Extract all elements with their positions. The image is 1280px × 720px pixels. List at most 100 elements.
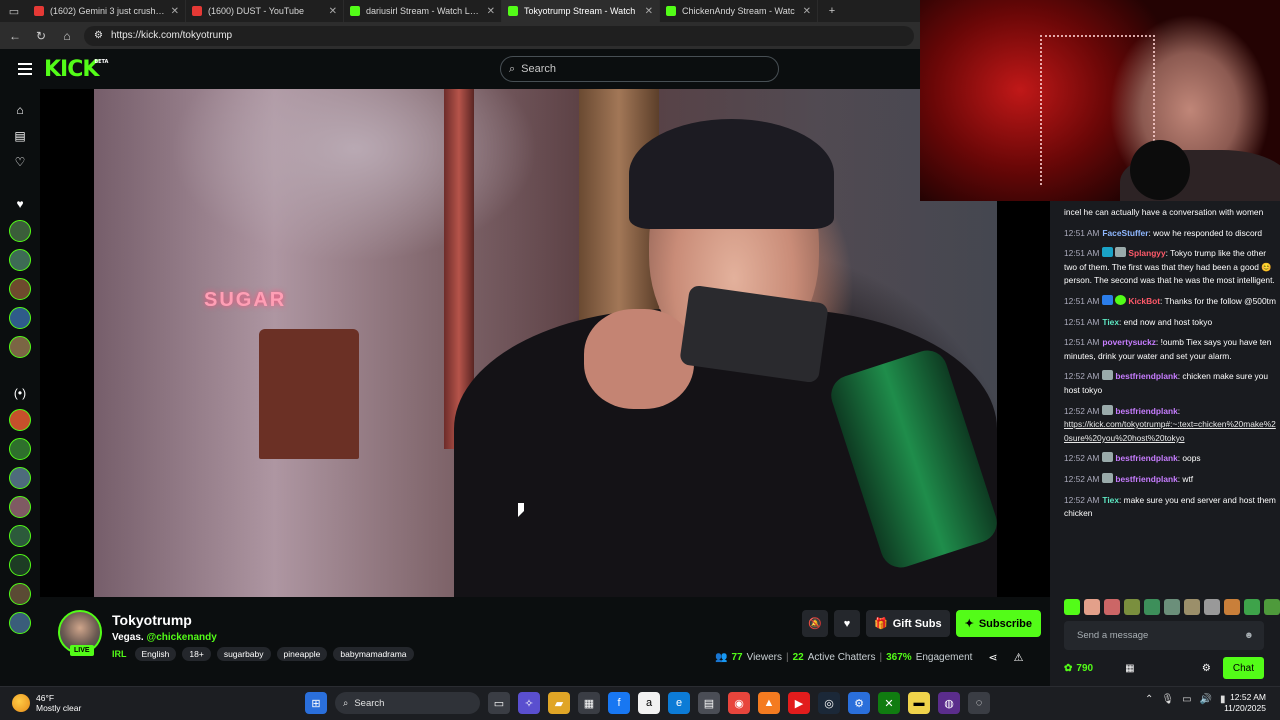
reload-icon[interactable]: ↻ (32, 29, 50, 43)
file-explorer-icon[interactable]: ▰ (548, 692, 570, 714)
share-icon[interactable]: ⋖ (988, 651, 997, 664)
close-tab-icon[interactable]: ✕ (329, 6, 337, 17)
amazon-icon[interactable]: a (638, 692, 660, 714)
followed-channel-avatar[interactable] (9, 248, 31, 271)
emote-icon[interactable] (1204, 599, 1220, 615)
channel-points[interactable]: ✿ 790 (1064, 663, 1093, 674)
kick-logo[interactable]: KICK BETA (44, 57, 108, 82)
tag-chip[interactable]: sugarbaby (216, 647, 271, 661)
search-input[interactable]: ⌕ Search (500, 56, 779, 82)
sticky-notes-icon[interactable]: ▬ (908, 692, 930, 714)
followed-channel-avatar[interactable] (9, 277, 31, 300)
message-username[interactable]: Tiex (1102, 495, 1119, 505)
copilot-icon[interactable]: ✧ (518, 692, 540, 714)
chat-messages[interactable]: incel he can actually have a conversatio… (1064, 206, 1276, 528)
home-icon[interactable]: ⌂ (8, 98, 32, 122)
message-username[interactable]: bestfriendplank (1115, 371, 1177, 381)
emote-icon[interactable] (1164, 599, 1180, 615)
message-username[interactable]: FaceStuffer (1102, 228, 1148, 238)
browser-tab[interactable]: dariusirl Stream - Watch Live ✕ (344, 0, 502, 22)
gift-subs-button[interactable]: 🎁 Gift Subs (866, 610, 950, 637)
emote-icon[interactable] (1264, 599, 1280, 615)
browser-tab[interactable]: ChickenAndy Stream - Watc ✕ (660, 0, 818, 22)
taskbar-search[interactable]: ⌕ Search (335, 692, 480, 714)
emoji-picker-icon[interactable]: ☻ (1244, 630, 1254, 641)
emote-icon[interactable] (1084, 599, 1100, 615)
following-heart-icon[interactable]: ♡ (8, 150, 32, 174)
steam-icon[interactable]: ◎ (818, 692, 840, 714)
recommended-channel-avatar[interactable] (9, 437, 31, 460)
tag-chip[interactable]: 18+ (182, 647, 211, 661)
message-username[interactable]: Splangyy (1128, 248, 1165, 258)
tag-chip[interactable]: English (134, 647, 177, 661)
task-view-icon[interactable]: ▭ (488, 692, 510, 714)
window-menu-icon[interactable]: ▭ (0, 0, 28, 22)
new-tab-button[interactable]: + (818, 0, 846, 22)
recommended-channel-avatar[interactable] (9, 553, 31, 576)
message-username[interactable]: povertysuckz (1102, 337, 1156, 347)
follow-heart-button[interactable]: ♥ (834, 610, 860, 637)
url-field[interactable]: ⚙ https://kick.com/tokyotrump (84, 25, 914, 46)
message-username[interactable]: bestfriendplank (1115, 453, 1177, 463)
close-tab-icon[interactable]: ✕ (171, 6, 179, 17)
site-info-icon[interactable]: ⚙ (94, 30, 103, 41)
chat-settings-gear-icon[interactable]: ⚙ (1202, 663, 1211, 674)
emote-icon[interactable] (1144, 599, 1160, 615)
recommended-channel-avatar[interactable] (9, 524, 31, 547)
youtube-app-icon[interactable]: ▶ (788, 692, 810, 714)
category-link[interactable]: IRL (112, 649, 127, 659)
emote-icon[interactable] (1224, 599, 1240, 615)
emote-icon[interactable] (1124, 599, 1140, 615)
stream-title-mention[interactable]: @chickenandy (146, 632, 216, 643)
chrome-browser-icon[interactable]: ◉ (728, 692, 750, 714)
home-icon[interactable]: ⌂ (58, 29, 76, 43)
close-tab-icon[interactable]: ✕ (487, 6, 495, 17)
tag-chip[interactable]: babymamadrama (333, 647, 414, 661)
microphone-icon[interactable]: 🎙 (1161, 694, 1174, 705)
message-username[interactable]: Tiex (1102, 317, 1119, 327)
streamer-name[interactable]: Tokyotrump (112, 612, 192, 628)
settings-app-icon[interactable]: ⚙ (848, 692, 870, 714)
followed-channel-avatar[interactable] (9, 219, 31, 242)
tray-overflow-chevron-icon[interactable]: ⌃ (1145, 694, 1153, 705)
message-username[interactable]: KickBot (1128, 296, 1160, 306)
store-icon[interactable]: ▦ (1125, 663, 1134, 674)
monitor-icon[interactable]: ▭ (1182, 694, 1191, 705)
recommended-channel-avatar[interactable] (9, 611, 31, 634)
followed-channel-avatar[interactable] (9, 335, 31, 358)
close-tab-icon[interactable]: ✕ (645, 6, 653, 17)
recommended-channel-avatar[interactable] (9, 466, 31, 489)
recommended-channel-avatar[interactable] (9, 408, 31, 431)
emote-icon[interactable] (1104, 599, 1120, 615)
store-app-icon[interactable]: ▦ (578, 692, 600, 714)
close-tab-icon[interactable]: ✕ (803, 6, 811, 17)
video-player[interactable]: SUGAR (40, 89, 1050, 597)
weather-widget[interactable]: 46°F Mostly clear (12, 693, 81, 713)
report-warning-icon[interactable]: ⚠ (1014, 651, 1024, 664)
send-chat-button[interactable]: Chat (1222, 657, 1264, 679)
notifications-off-button[interactable]: 🔕 (802, 610, 828, 637)
chat-message-input[interactable]: Send a message ☻ (1064, 621, 1264, 650)
message-link[interactable]: https://kick.com/tokyotrump#:~:text=chic… (1064, 419, 1276, 443)
app-with-notification-icon[interactable]: ◌ (968, 692, 990, 714)
stream-video[interactable]: SUGAR (94, 89, 997, 597)
obs-studio-icon[interactable]: ◍ (938, 692, 960, 714)
calculator-icon[interactable]: ▤ (698, 692, 720, 714)
tag-chip[interactable]: pineapple (276, 647, 328, 661)
recommended-channel-avatar[interactable] (9, 495, 31, 518)
system-clock[interactable]: 12:52 AM 11/20/2025 (1222, 692, 1266, 714)
browser-tab[interactable]: (1602) Gemini 3 just crushed eve ✕ (28, 0, 186, 22)
xbox-icon[interactable]: ✕ (878, 692, 900, 714)
browser-tab-active[interactable]: Tokyotrump Stream - Watch ✕ (502, 0, 660, 22)
message-username[interactable]: bestfriendplank (1115, 406, 1177, 416)
emote-icon[interactable] (1244, 599, 1260, 615)
followed-channel-avatar[interactable] (9, 306, 31, 329)
vlc-icon[interactable]: ▲ (758, 692, 780, 714)
hamburger-menu-icon[interactable] (18, 63, 32, 75)
facebook-icon[interactable]: f (608, 692, 630, 714)
subscribe-button[interactable]: ✦ Subscribe (955, 610, 1041, 637)
emote-icon[interactable] (1184, 599, 1200, 615)
edge-browser-icon[interactable]: e (668, 692, 690, 714)
message-username[interactable]: bestfriendplank (1115, 474, 1177, 484)
back-arrow-icon[interactable]: ← (6, 29, 24, 43)
